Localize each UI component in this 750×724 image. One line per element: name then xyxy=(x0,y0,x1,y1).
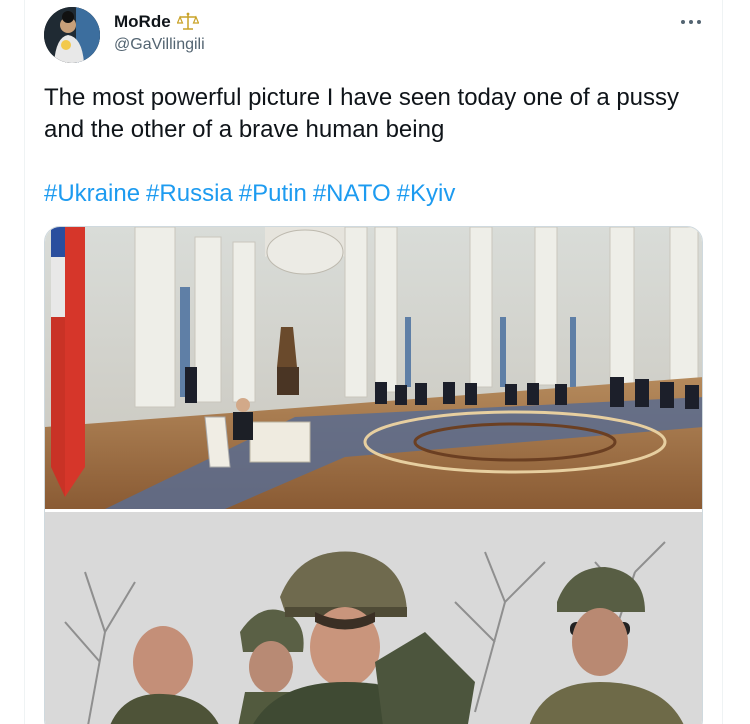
hashtag-ukraine[interactable]: #Ukraine xyxy=(44,180,140,207)
hashtag-russia[interactable]: #Russia xyxy=(146,180,233,207)
display-name[interactable]: MoRde xyxy=(114,12,171,32)
kremlin-hall-photo[interactable] xyxy=(45,227,702,509)
hashtag-kyiv[interactable]: #Kyiv xyxy=(397,180,456,207)
hashtag-list: #Ukraine #Russia #Putin #NATO #Kyiv xyxy=(44,178,461,210)
avatar[interactable] xyxy=(44,7,100,63)
tweet-text: The most powerful picture I have seen to… xyxy=(44,84,680,143)
hashtag-nato[interactable]: #NATO xyxy=(313,180,391,207)
user-handle[interactable]: @GaVillingili xyxy=(114,36,205,54)
soldiers-photo[interactable] xyxy=(45,512,702,724)
tweet-media xyxy=(44,226,703,724)
user-name-row[interactable]: MoRde xyxy=(114,12,200,32)
card-border-left xyxy=(24,0,25,724)
card-border-right xyxy=(722,0,723,724)
more-options-icon[interactable] xyxy=(680,18,702,26)
hashtag-putin[interactable]: #Putin xyxy=(239,180,307,207)
scales-icon xyxy=(176,12,200,32)
avatar-image xyxy=(44,7,100,63)
